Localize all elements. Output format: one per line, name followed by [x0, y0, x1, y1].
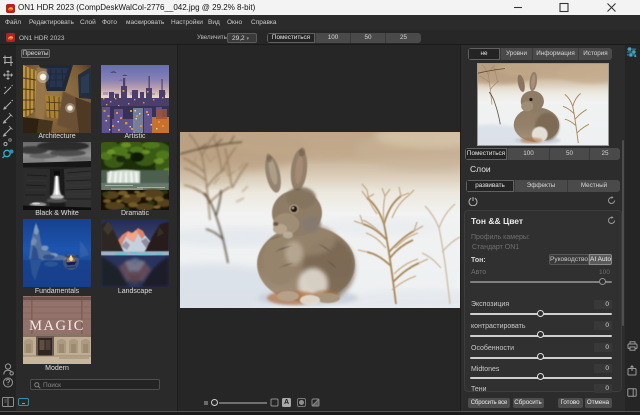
svg-text:MAGIC: MAGIC — [29, 318, 85, 334]
